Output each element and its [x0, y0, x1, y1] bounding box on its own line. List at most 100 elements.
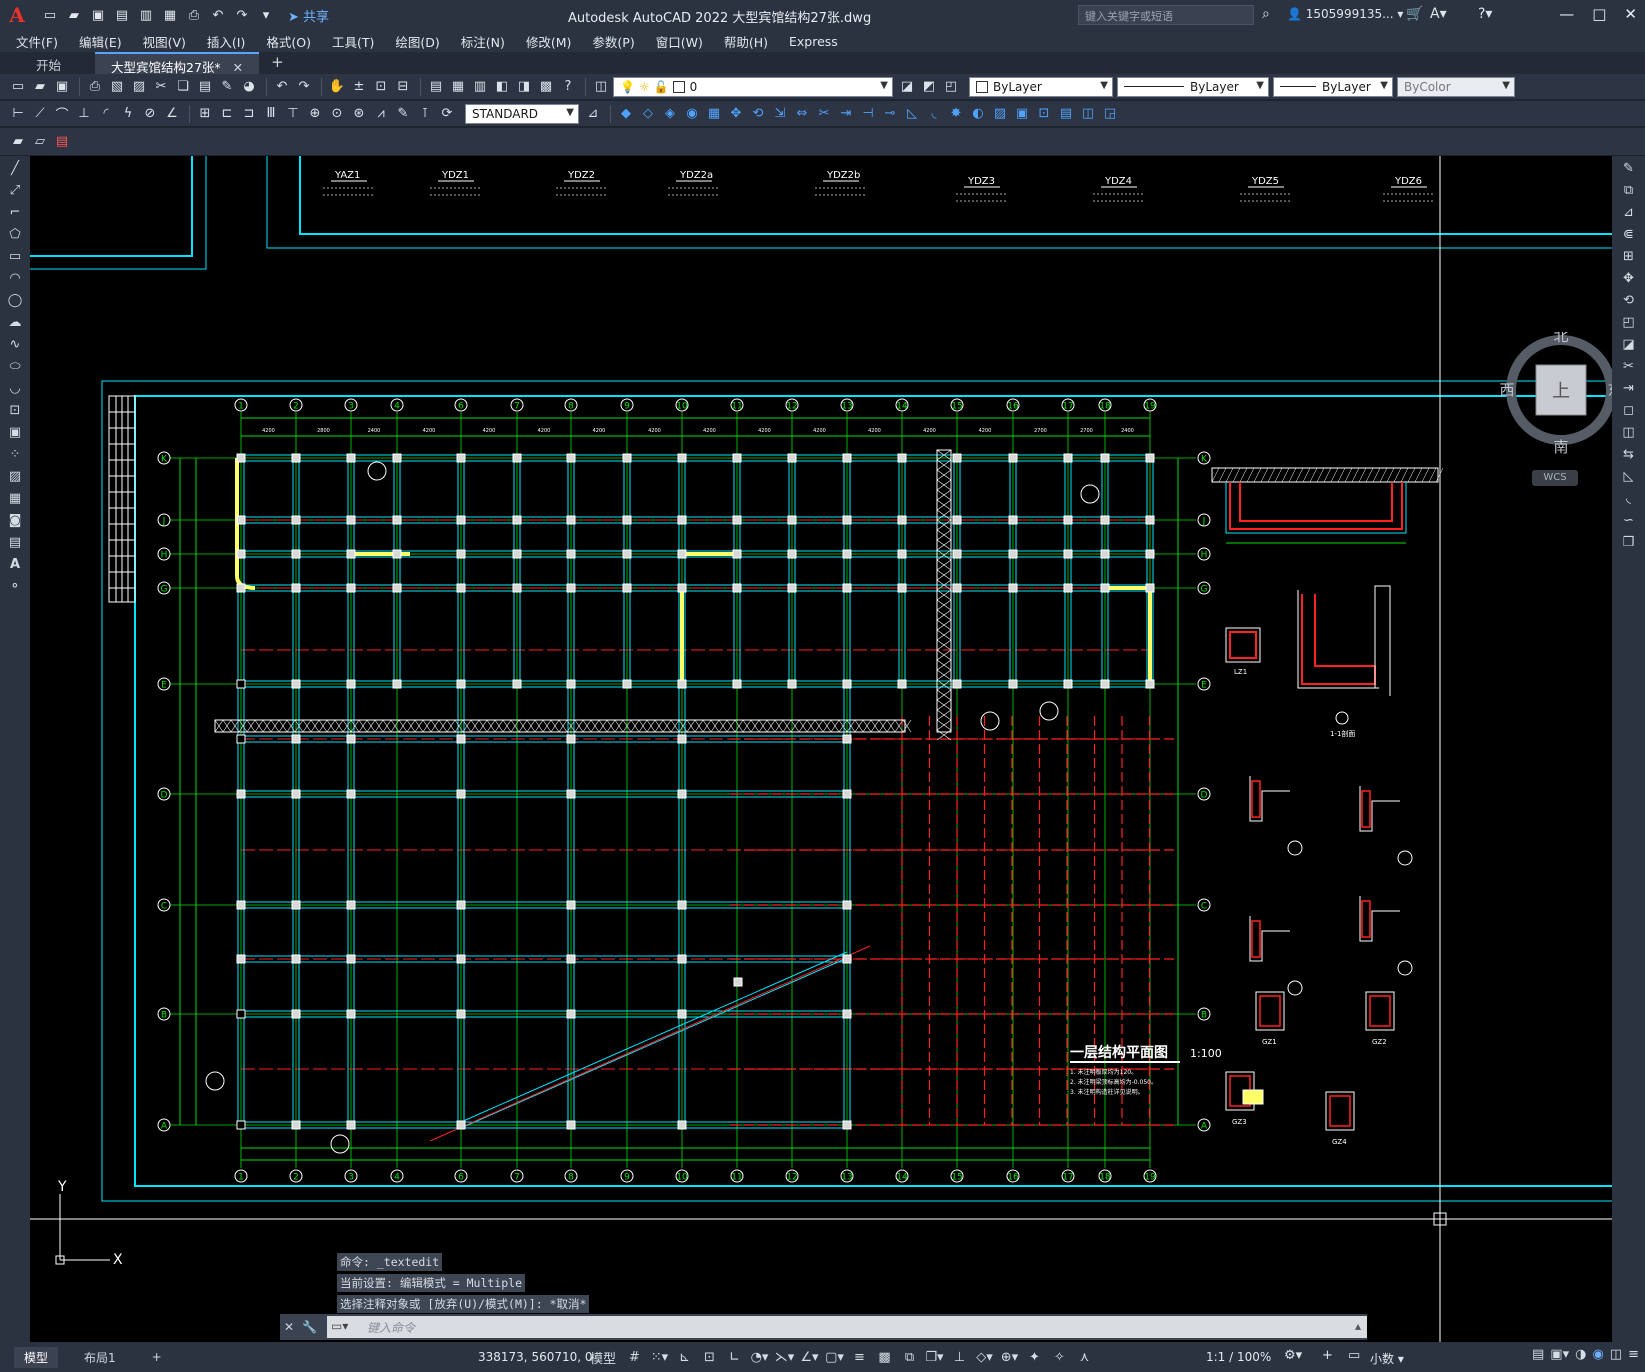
trim-icon[interactable]: ✂	[1618, 356, 1640, 376]
construction-line-icon[interactable]: ⤢	[4, 180, 26, 200]
dimstyle-icon[interactable]: ⊿	[583, 104, 603, 124]
close-icon[interactable]: ✕	[1624, 5, 1637, 23]
help-icon[interactable]: ?▾	[1478, 6, 1492, 22]
command-close-icon[interactable]: ✕	[284, 1320, 294, 1334]
continue-icon[interactable]: ⊐	[239, 104, 259, 124]
open-folder-icon[interactable]: ▰	[64, 5, 84, 25]
offset-icon[interactable]: ◉	[682, 104, 702, 124]
paste-icon[interactable]: ▤	[195, 77, 215, 97]
redo-icon[interactable]: ↷	[232, 5, 252, 25]
fillet-icon[interactable]: ◟	[1618, 488, 1640, 508]
save-web-icon[interactable]: ▦	[160, 5, 180, 25]
polyline-icon[interactable]: ⌐	[4, 202, 26, 222]
block-icon[interactable]: ▣	[1012, 104, 1032, 124]
offset-icon[interactable]: ⋐	[1618, 224, 1640, 244]
open-icon[interactable]: ▰	[30, 77, 50, 97]
circle-icon[interactable]: ◯	[4, 290, 26, 310]
extend-icon[interactable]: ⇥	[1618, 378, 1640, 398]
menu-parametric[interactable]: 参数(P)	[592, 32, 634, 51]
command-recent-icon[interactable]: ▭▾	[331, 1319, 348, 1333]
attribute-icon[interactable]: ▱	[30, 132, 50, 152]
break-icon[interactable]: ⊤	[283, 104, 303, 124]
web-icon[interactable]: ◕	[239, 77, 259, 97]
stretch-icon[interactable]: ⇔	[792, 104, 812, 124]
selection-cycling-icon[interactable]: ⧉	[899, 1347, 920, 1367]
zoom-window-icon[interactable]: ⊡	[371, 77, 391, 97]
annotation-visibility-icon[interactable]: ✦	[1024, 1347, 1045, 1367]
stretch-icon[interactable]: ◪	[1618, 334, 1640, 354]
viewcube-south[interactable]: 南	[1553, 438, 1568, 456]
share-button[interactable]: ➤ 共享	[288, 6, 329, 25]
center-mark-icon[interactable]: ⊙	[327, 104, 347, 124]
lineweight-icon[interactable]: ≡	[849, 1347, 870, 1367]
new-file-icon[interactable]: ▭	[40, 5, 60, 25]
transparency-icon[interactable]: ▩	[874, 1347, 895, 1367]
layer-dropdown[interactable]: 💡 ☼ 🔓 0 ▼	[613, 76, 893, 97]
annotation-monitor-icon[interactable]: +	[1322, 1348, 1333, 1363]
zoom-previous-icon[interactable]: ⊟	[393, 77, 413, 97]
wcs-menu[interactable]: WCS	[1532, 470, 1578, 486]
cut-icon[interactable]: ✂	[151, 77, 171, 97]
scale-icon[interactable]: ⇲	[770, 104, 790, 124]
mirror-icon[interactable]: ⊿	[1618, 202, 1640, 222]
design-center-icon[interactable]: ▦	[448, 77, 468, 97]
command-input[interactable]: ▭▾ 键入命令 ▴	[327, 1316, 1367, 1338]
polar-icon[interactable]: ◔▾	[749, 1347, 770, 1367]
zoom-realtime-icon[interactable]: ±	[349, 77, 369, 97]
rectangle-icon[interactable]: ▭	[4, 246, 26, 266]
markup-icon[interactable]: ◨	[514, 77, 534, 97]
point-icon[interactable]: ⁘	[4, 444, 26, 464]
line-icon[interactable]: ╱	[4, 158, 26, 178]
tab-model[interactable]: 模型	[14, 1346, 59, 1368]
units-dropdown[interactable]: 小数 ▾	[1370, 1350, 1404, 1367]
jogged-icon[interactable]: ϟ	[118, 104, 138, 124]
chamfer-icon[interactable]: ◺	[902, 104, 922, 124]
copy-object-icon[interactable]: ◇	[638, 104, 658, 124]
save-as-icon[interactable]: ▤	[112, 5, 132, 25]
viewcube-west[interactable]: 西	[1499, 381, 1514, 399]
multiline-text-icon[interactable]: A	[4, 554, 26, 574]
menu-tools[interactable]: 工具(T)	[332, 32, 374, 51]
table-icon[interactable]: ▤	[4, 532, 26, 552]
trim-icon[interactable]: ✂	[814, 104, 834, 124]
selection-filter-icon[interactable]: ◇▾	[974, 1347, 995, 1367]
quick-properties-icon[interactable]: ▤	[1532, 1347, 1544, 1362]
explode-icon[interactable]: ✸	[946, 104, 966, 124]
customize-qat-icon[interactable]: ▾	[256, 5, 276, 25]
dimstyle-dropdown[interactable]: STANDARD ▼	[465, 103, 579, 124]
quick-dimension-icon[interactable]: ⊞	[195, 104, 215, 124]
hatch-icon[interactable]: ▨	[4, 466, 26, 486]
dimension-text-edit-icon[interactable]: ⊺	[415, 104, 435, 124]
fillet-icon[interactable]: ◟	[924, 104, 944, 124]
menu-file[interactable]: 文件(F)	[16, 32, 58, 51]
object-snap-icon[interactable]: ▢▾	[824, 1347, 845, 1367]
viewcube-north[interactable]: 北	[1553, 327, 1568, 345]
undo-icon[interactable]: ↶	[208, 5, 228, 25]
color-dropdown[interactable]: ByLayer ▼	[969, 76, 1113, 97]
gradient-icon[interactable]: ▦	[4, 488, 26, 508]
command-customize-icon[interactable]: 🔧	[302, 1320, 317, 1334]
plotstyle-dropdown[interactable]: ByColor ▼	[1397, 76, 1515, 97]
move-icon[interactable]: ✥	[1618, 268, 1640, 288]
model-space-toggle[interactable]: 模型	[586, 1347, 620, 1367]
jogged-linear-icon[interactable]: ⩘	[371, 104, 391, 124]
region-icon[interactable]: ◐	[968, 104, 988, 124]
clean-screen-icon[interactable]: ◫	[1610, 1347, 1622, 1362]
table-icon[interactable]: ▤	[1056, 104, 1076, 124]
print-icon[interactable]: ⎙	[184, 5, 204, 25]
chamfer-icon[interactable]: ◺	[1618, 466, 1640, 486]
viewcube[interactable]: 上 北 南 东 西 WCS	[1496, 327, 1612, 486]
menu-draw[interactable]: 绘图(D)	[395, 32, 439, 51]
break-icon[interactable]: ◫	[1618, 422, 1640, 442]
publish-icon[interactable]: ▨	[129, 77, 149, 97]
annotation-scale[interactable]: 1:1 / 100%	[1206, 1350, 1271, 1364]
help-icon[interactable]: ?	[558, 77, 578, 97]
space-icon[interactable]: Ⅲ	[261, 104, 281, 124]
tab-drawing[interactable]: 大型宾馆结构27张* ✕	[95, 52, 260, 75]
break-at-point-icon[interactable]: ◻	[1618, 400, 1640, 420]
viewcube-east[interactable]: 东	[1607, 381, 1612, 399]
menu-dimension[interactable]: 标注(N)	[461, 32, 505, 51]
linetype-dropdown[interactable]: ByLayer ▼	[1117, 76, 1269, 97]
add-layout-icon[interactable]: +	[142, 1348, 172, 1366]
tab-start[interactable]: 开始	[20, 52, 77, 74]
